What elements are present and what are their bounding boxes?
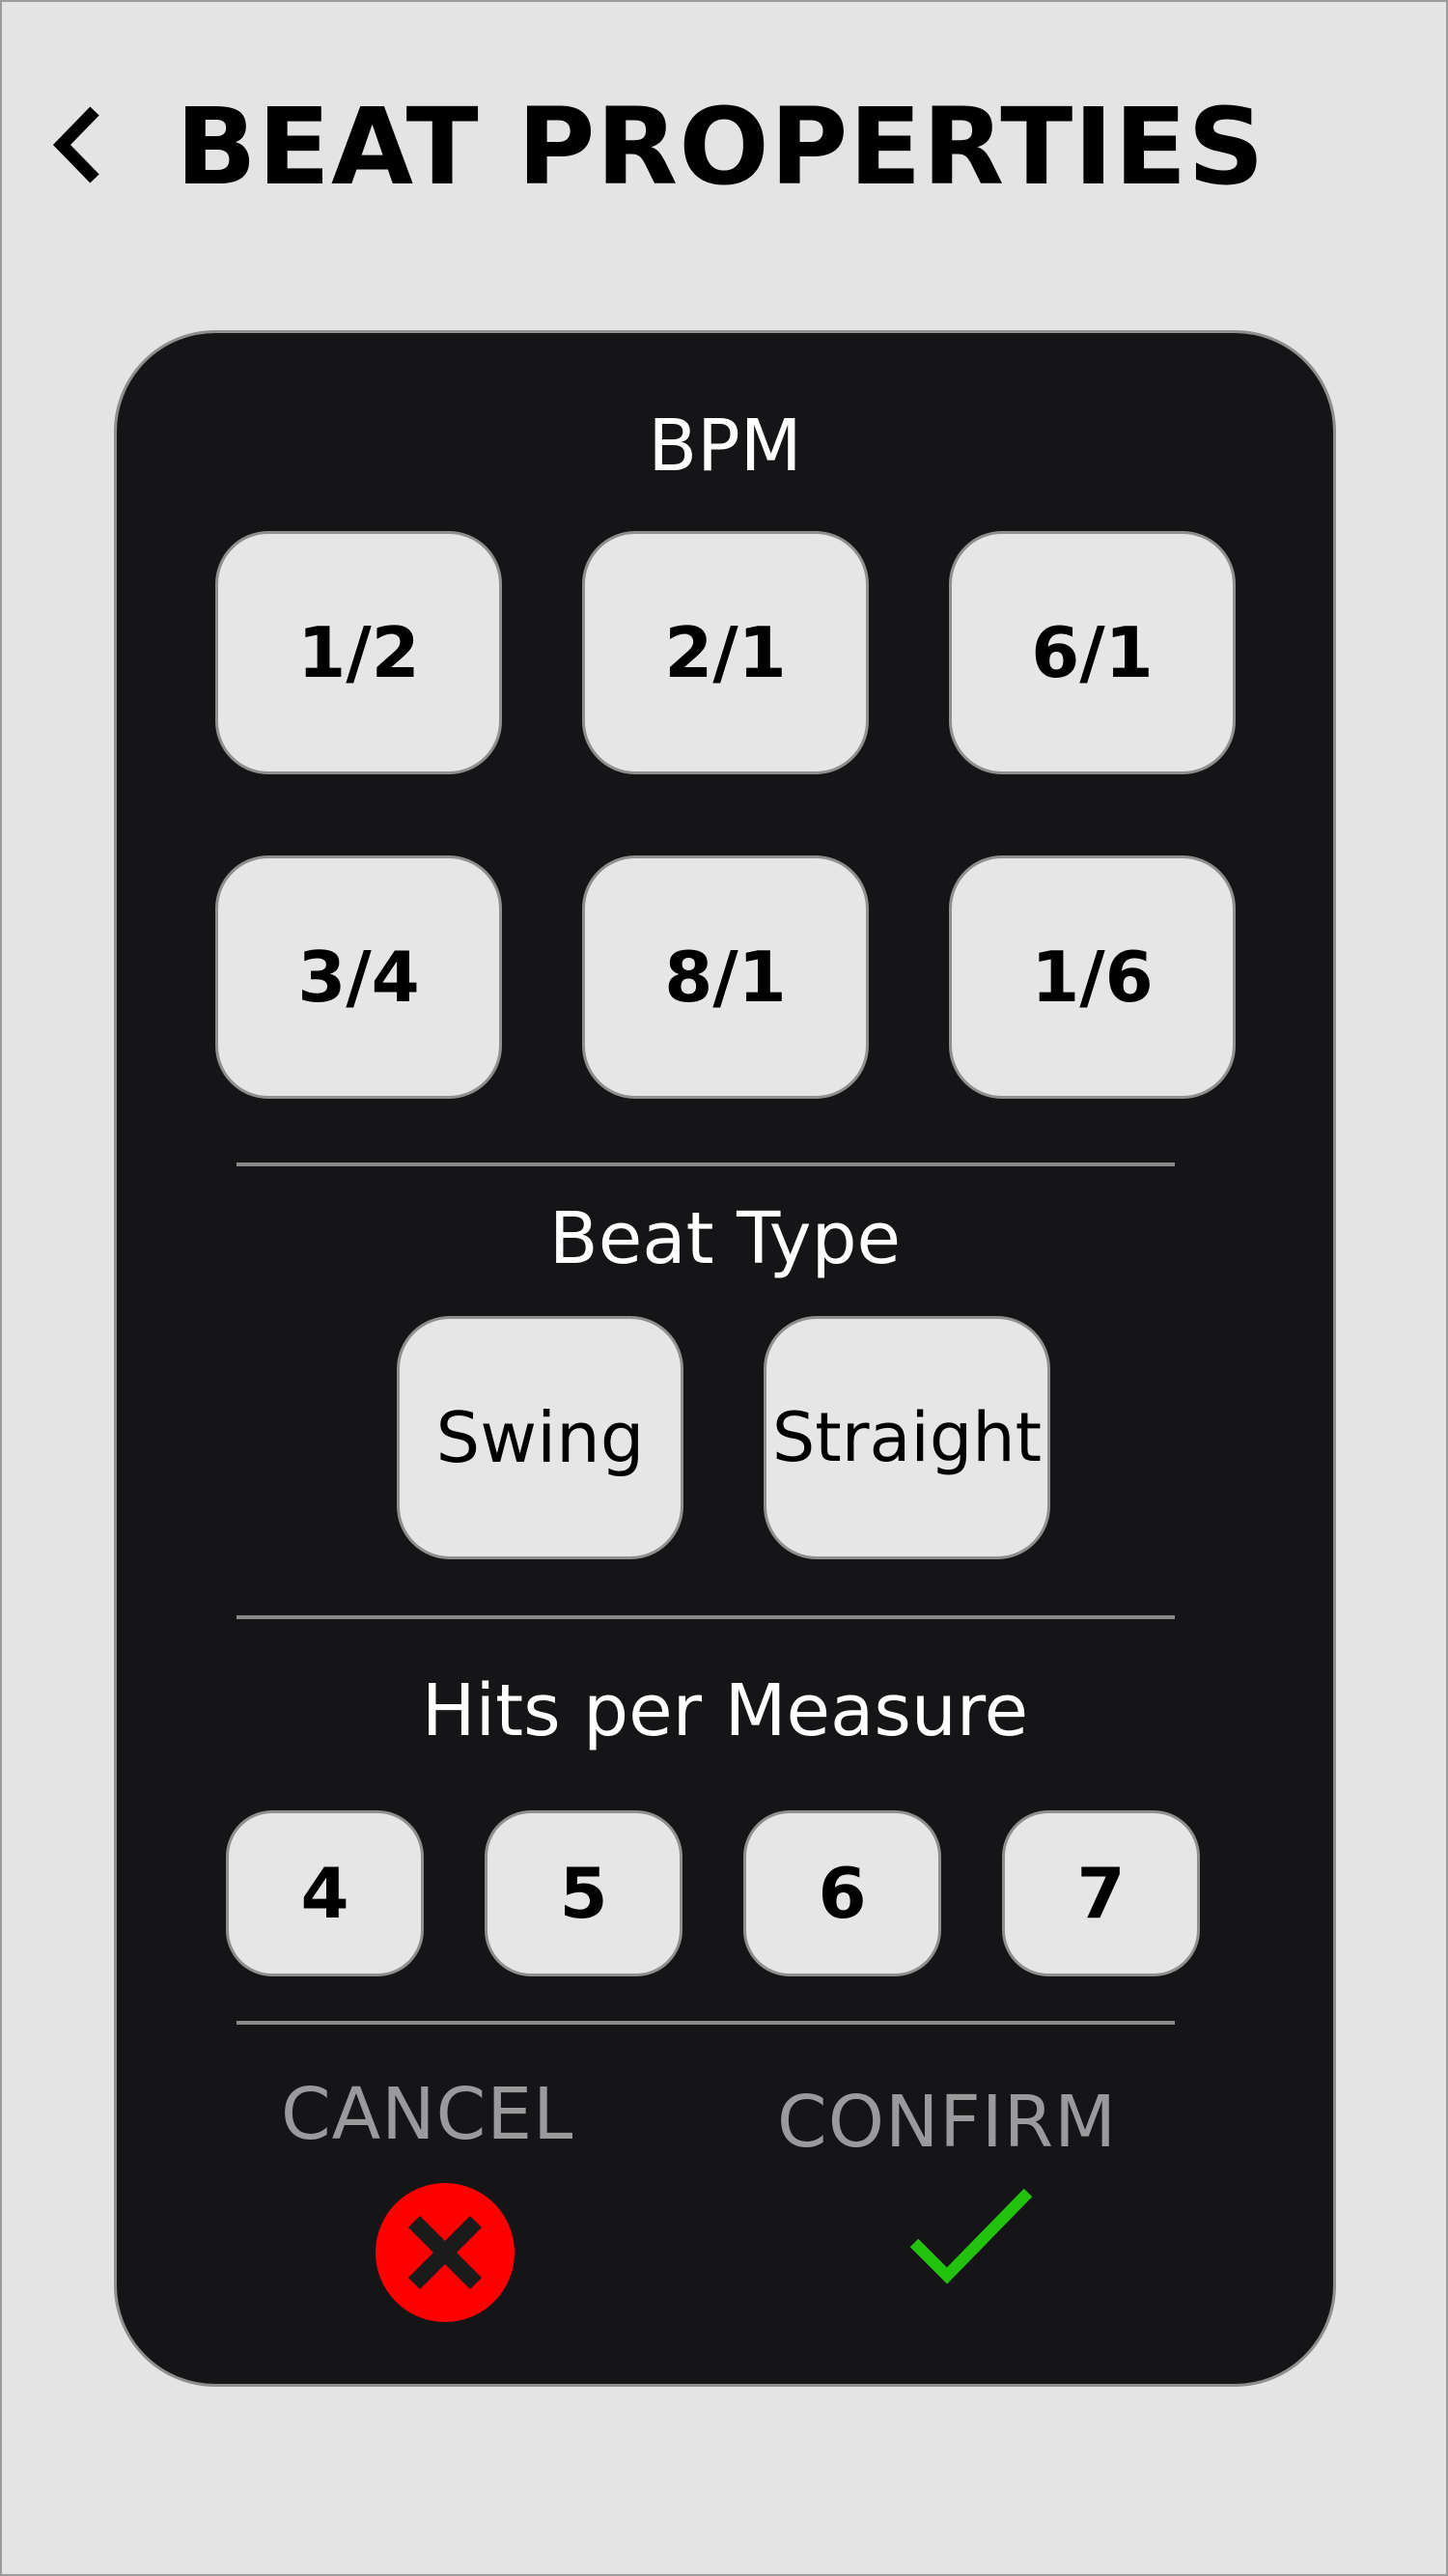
bpm-option-1-6[interactable]: 1/6 bbox=[949, 855, 1236, 1099]
hits-option-7[interactable]: 7 bbox=[1002, 1810, 1200, 1976]
bpm-option-8-1[interactable]: 8/1 bbox=[582, 855, 869, 1099]
divider bbox=[237, 1615, 1175, 1619]
bpm-option-6-1[interactable]: 6/1 bbox=[949, 531, 1236, 774]
divider bbox=[237, 1162, 1175, 1166]
beat-type-straight[interactable]: Straight bbox=[764, 1316, 1050, 1559]
beat-properties-panel: BPM 1/2 2/1 6/1 3/4 8/1 1/6 Beat Type Sw… bbox=[114, 330, 1336, 2387]
bpm-option-1-2[interactable]: 1/2 bbox=[215, 531, 502, 774]
bpm-label: BPM bbox=[648, 405, 802, 488]
hits-option-6[interactable]: 6 bbox=[743, 1810, 941, 1976]
cancel-label: CANCEL bbox=[281, 2073, 574, 2156]
chevron-left-icon bbox=[52, 106, 99, 183]
hits-per-measure-label: Hits per Measure bbox=[421, 1669, 1029, 1752]
bpm-option-3-4[interactable]: 3/4 bbox=[215, 855, 502, 1099]
bpm-option-2-1[interactable]: 2/1 bbox=[582, 531, 869, 774]
beat-type-swing[interactable]: Swing bbox=[397, 1316, 683, 1559]
back-button[interactable] bbox=[39, 97, 116, 193]
confirm-label: CONFIRM bbox=[777, 2081, 1117, 2164]
beat-type-label: Beat Type bbox=[548, 1197, 902, 1280]
divider bbox=[237, 2021, 1175, 2025]
checkmark-icon[interactable] bbox=[908, 2187, 1034, 2287]
hits-option-4[interactable]: 4 bbox=[226, 1810, 424, 1976]
hits-option-5[interactable]: 5 bbox=[485, 1810, 682, 1976]
page-title: BEAT PROPERTIES bbox=[176, 85, 1266, 209]
close-circle-icon[interactable] bbox=[374, 2181, 516, 2324]
